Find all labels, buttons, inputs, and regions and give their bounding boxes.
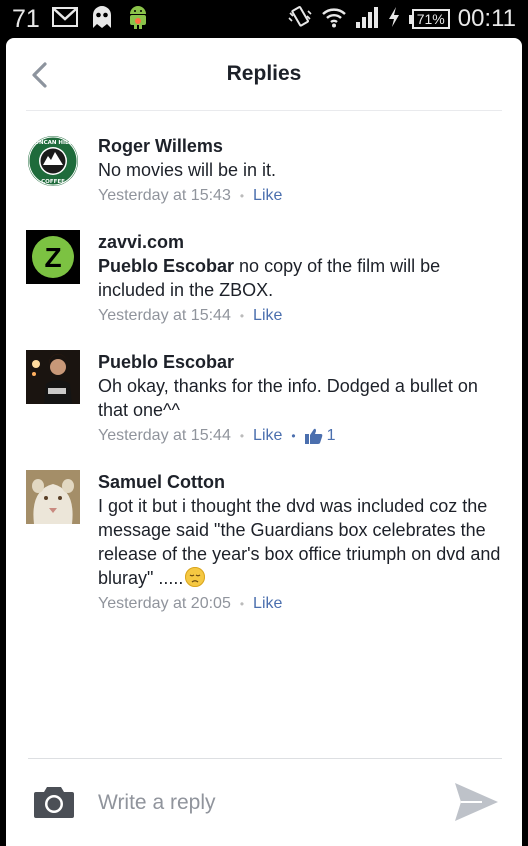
- replies-sheet: Replies DUNCAN HILLS COFFEE Roger Willem…: [6, 38, 522, 846]
- notification-count: 71: [12, 5, 40, 33]
- ghost-app-icon: [90, 4, 114, 35]
- wifi-icon: [321, 6, 347, 33]
- reply-composer: [6, 762, 522, 846]
- avatar[interactable]: Z: [26, 230, 80, 284]
- comment-text-content: I got it but i thought the dvd was inclu…: [98, 496, 501, 588]
- comment-time: Yesterday at 15:43: [98, 187, 231, 204]
- avatar-text-top: DUNCAN HILLS: [30, 140, 76, 146]
- android-icon: [126, 4, 150, 35]
- page-title: Replies: [226, 62, 302, 85]
- comment-meta: Yesterday at 15:43 • Like: [98, 184, 508, 208]
- comment-meta: Yesterday at 20:05 • Like: [98, 592, 508, 616]
- battery-percent: 71%: [411, 9, 450, 29]
- camera-button[interactable]: [32, 782, 76, 822]
- meta-separator: •: [291, 429, 296, 443]
- avatar[interactable]: [26, 470, 80, 524]
- like-button[interactable]: Like: [253, 304, 282, 328]
- like-count[interactable]: 1: [304, 424, 336, 448]
- meta-separator: •: [239, 309, 245, 323]
- meta-separator: •: [239, 597, 245, 611]
- gmail-icon: [51, 6, 78, 32]
- comment-meta: Yesterday at 15:44 • Like: [98, 304, 508, 328]
- comment-text: Oh okay, thanks for the info. Dodged a b…: [98, 376, 478, 420]
- avatar[interactable]: [26, 350, 80, 404]
- avatar-text-bottom: COFFEE: [41, 179, 65, 185]
- meta-separator: •: [239, 189, 245, 203]
- composer-divider: [28, 758, 502, 759]
- battery-icon: 71%: [408, 9, 450, 29]
- status-right: 71% 00:11: [287, 5, 516, 33]
- reply-input[interactable]: [98, 788, 418, 818]
- meta-separator: •: [239, 429, 245, 443]
- charging-icon: [387, 6, 401, 33]
- like-button[interactable]: Like: [253, 184, 282, 208]
- comment-text: No movies will be in it.: [98, 160, 277, 180]
- comment-author[interactable]: zavvi.com: [98, 230, 508, 254]
- header: Replies: [6, 38, 522, 112]
- comment-body: zavvi.com Pueblo Escobar no copy of the …: [98, 230, 508, 328]
- send-icon: [455, 783, 498, 821]
- comment-time: Yesterday at 15:44: [98, 427, 231, 444]
- comment-body: Roger Willems No movies will be in it. Y…: [98, 134, 508, 208]
- avatar[interactable]: DUNCAN HILLS COFFEE: [26, 134, 80, 188]
- header-divider: [26, 110, 502, 111]
- comment-body: Samuel Cotton I got it but i thought the…: [98, 470, 508, 616]
- like-button[interactable]: Like: [253, 592, 282, 616]
- comment-text: I got it but i thought the dvd was inclu…: [98, 494, 508, 590]
- mention-link[interactable]: Pueblo Escobar: [98, 256, 234, 276]
- thumbs-up-icon: [304, 428, 322, 444]
- disappointed-emoji-icon: [185, 567, 206, 587]
- vibrate-icon: [287, 5, 313, 34]
- status-time: 00:11: [457, 5, 516, 32]
- comment-meta: Yesterday at 15:44 • Like • 1: [98, 424, 508, 448]
- status-bar: 71 71% 00:11: [0, 0, 528, 38]
- send-button[interactable]: [452, 780, 500, 824]
- comment-author[interactable]: Pueblo Escobar: [98, 350, 508, 374]
- signal-icon: [355, 6, 379, 33]
- comment-body: Pueblo Escobar Oh okay, thanks for the i…: [98, 350, 508, 448]
- status-left: 71: [12, 5, 150, 33]
- camera-icon: [34, 787, 74, 818]
- comment-time: Yesterday at 15:44: [98, 307, 231, 324]
- avatar-letter: Z: [44, 242, 61, 273]
- comment-author[interactable]: Roger Willems: [98, 134, 508, 158]
- comment-author[interactable]: Samuel Cotton: [98, 470, 508, 494]
- comment-text: Pueblo Escobar no copy of the film will …: [98, 254, 508, 302]
- like-count-value: 1: [326, 427, 336, 444]
- like-button[interactable]: Like: [253, 424, 282, 448]
- comment-time: Yesterday at 20:05: [98, 595, 231, 612]
